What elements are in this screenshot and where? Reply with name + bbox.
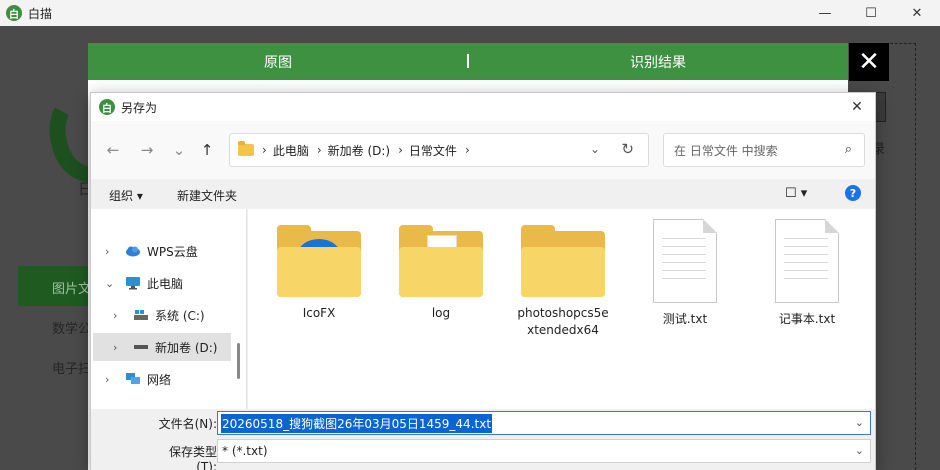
- dialog-titlebar: 白 另存为 ✕: [91, 93, 875, 121]
- file-name: IcoFX: [302, 306, 336, 320]
- dialog-title: 另存为: [121, 100, 158, 115]
- filetype-value: * (*.txt): [222, 444, 268, 458]
- minimize-button[interactable]: —: [802, 0, 848, 26]
- search-icon[interactable]: ⌕: [845, 142, 852, 157]
- breadcrumb-separator[interactable]: ›: [317, 143, 322, 157]
- navigation-pane: › WPS云盘 ⌄ 此电脑 › 系统 (C:) › 新加卷 (D:) › 网络: [91, 209, 247, 409]
- file-name: 记事本.txt: [778, 312, 836, 326]
- tree-label: 系统 (C:): [155, 308, 205, 323]
- search-placeholder: 在 日常文件 中搜索: [674, 143, 778, 158]
- file-item-notepad-txt[interactable]: 记事本.txt: [751, 219, 863, 328]
- tree-label: 此电脑: [147, 276, 184, 291]
- app-titlebar: 白 白描 — ☐ ✕: [0, 0, 940, 26]
- breadcrumb-separator: ›: [262, 143, 267, 157]
- cloud-icon: [126, 246, 140, 257]
- dashed-frame: [890, 43, 916, 470]
- chevron-down-icon[interactable]: ⌄: [590, 142, 600, 156]
- chevron-down-icon[interactable]: ⌄: [105, 277, 114, 290]
- folder-icon: [521, 225, 605, 297]
- tree-item-drive-d[interactable]: › 新加卷 (D:): [93, 333, 231, 361]
- drive-icon: [134, 310, 148, 320]
- folder-icon: [238, 141, 254, 156]
- maximize-button[interactable]: ☐: [848, 0, 894, 26]
- help-icon[interactable]: ?: [845, 185, 861, 201]
- new-folder-button[interactable]: 新建文件夹: [177, 187, 237, 204]
- close-window-button[interactable]: ✕: [894, 0, 940, 26]
- address-bar[interactable]: › 此电脑 › 新加卷 (D:) › 日常文件 › ⌄ ↻: [229, 133, 649, 167]
- sidebar-item-label: 图片文: [52, 282, 92, 297]
- file-item-icofx[interactable]: IcoFX: [263, 219, 375, 322]
- chevron-right-icon[interactable]: ›: [113, 309, 117, 322]
- up-icon[interactable]: ↑: [195, 139, 219, 161]
- back-icon[interactable]: ←: [101, 139, 125, 161]
- breadcrumb-daily-files[interactable]: 日常文件: [409, 142, 457, 159]
- tree-label: 新加卷 (D:): [155, 340, 218, 355]
- file-name: 测试.txt: [662, 312, 708, 326]
- app-logo-icon: 白: [99, 99, 115, 115]
- filetype-label: 保存类型(T):: [168, 445, 217, 470]
- window-controls: — ☐ ✕: [802, 0, 940, 26]
- tree-item-this-pc[interactable]: ⌄ 此电脑: [91, 269, 241, 297]
- tab-original[interactable]: 原图: [88, 43, 468, 80]
- text-file-icon: [653, 219, 717, 303]
- organize-button[interactable]: 组织 ▾: [109, 187, 143, 204]
- file-item-test-txt[interactable]: 测试.txt: [629, 219, 741, 328]
- folder-icon: [277, 225, 361, 297]
- search-input[interactable]: 在 日常文件 中搜索 ⌕: [663, 133, 865, 167]
- app-title: 白描: [28, 6, 53, 21]
- computer-icon: [126, 277, 140, 290]
- file-name: photoshopcs5extendedx64: [517, 306, 609, 337]
- file-item-photoshop[interactable]: photoshopcs5extendedx64: [507, 219, 619, 339]
- app-logo: 白: [6, 5, 22, 21]
- text-file-icon: [775, 219, 839, 303]
- save-fields: 文件名(N): 20260518_搜狗截图26年03月05日1459_44.tx…: [91, 409, 875, 470]
- file-list: IcoFX log photoshopcs5extendedx64 测试.txt: [248, 209, 875, 409]
- breadcrumb-separator[interactable]: ›: [398, 143, 403, 157]
- tree-label: WPS云盘: [147, 244, 198, 259]
- view-options-icon[interactable]: ☐ ▾: [785, 186, 807, 201]
- filename-field[interactable]: 20260518_搜狗截图26年03月05日1459_44.txt ⌄: [217, 411, 871, 435]
- close-icon[interactable]: ✕: [849, 43, 889, 81]
- chevron-right-icon[interactable]: ›: [105, 245, 109, 258]
- tab-separator: [467, 54, 469, 68]
- chevron-right-icon[interactable]: ›: [113, 341, 117, 354]
- network-icon: [126, 373, 140, 384]
- scrollbar-thumb[interactable]: [237, 343, 240, 379]
- filename-label: 文件名(N):: [158, 417, 217, 431]
- filetype-select[interactable]: * (*.txt) ⌄: [217, 439, 871, 463]
- tree-label: 网络: [147, 372, 172, 387]
- tab-result[interactable]: 识别结果: [468, 43, 848, 80]
- breadcrumb-this-pc[interactable]: 此电脑: [273, 142, 309, 159]
- save-as-dialog: 白 另存为 ✕ ← → ⌄ ↑ › 此电脑 › 新加卷 (D:) › 日常文件 …: [90, 92, 876, 470]
- chevron-down-icon[interactable]: ⌄: [855, 416, 864, 429]
- dialog-close-button[interactable]: ✕: [847, 97, 867, 117]
- drive-icon: [134, 345, 148, 349]
- tree-item-wps-cloud[interactable]: › WPS云盘: [91, 237, 241, 265]
- breadcrumb-separator[interactable]: ›: [465, 143, 470, 157]
- navigation-bar: ← → ⌄ ↑ › 此电脑 › 新加卷 (D:) › 日常文件 › ⌄ ↻ 在 …: [91, 121, 875, 179]
- filename-value[interactable]: 20260518_搜狗截图26年03月05日1459_44.txt: [221, 413, 493, 433]
- breadcrumb-drive-d[interactable]: 新加卷 (D:): [328, 142, 390, 159]
- sidebar-item-math[interactable]: 数学公: [52, 318, 91, 337]
- file-name: log: [431, 306, 451, 320]
- chevron-right-icon[interactable]: ›: [105, 373, 109, 386]
- forward-icon[interactable]: →: [135, 139, 159, 161]
- file-item-log[interactable]: log: [385, 219, 497, 322]
- chevron-down-icon[interactable]: ⌄: [855, 444, 864, 457]
- recent-locations-icon[interactable]: ⌄: [167, 139, 191, 161]
- folder-icon: [399, 225, 483, 297]
- refresh-icon[interactable]: ↻: [621, 140, 634, 158]
- sidebar-item-scan[interactable]: 电子扫: [52, 358, 91, 377]
- tree-item-network[interactable]: › 网络: [91, 365, 241, 393]
- tree-item-drive-c[interactable]: › 系统 (C:): [91, 301, 241, 329]
- command-toolbar: 组织 ▾ 新建文件夹 ☐ ▾ ?: [91, 179, 875, 209]
